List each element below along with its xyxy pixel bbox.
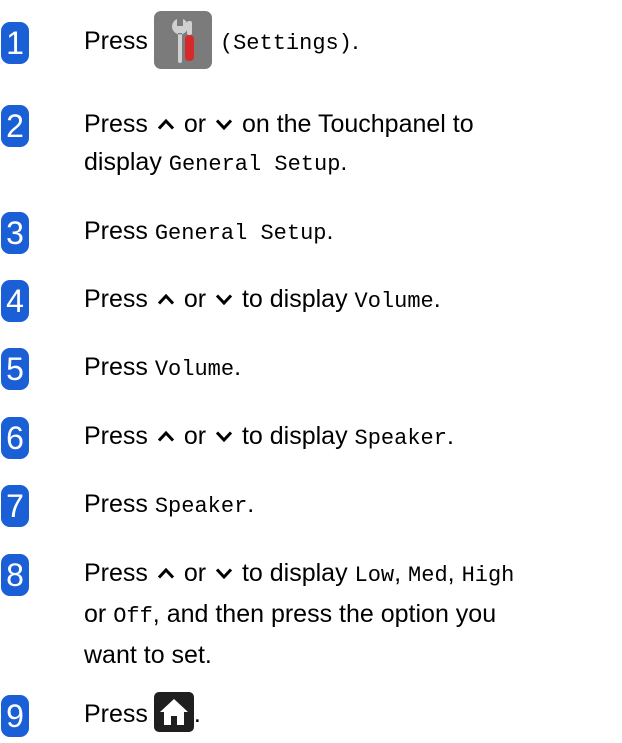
caret-down-icon [216,294,232,305]
caret-down-icon [216,119,232,130]
step-number-badge: 1 [1,22,29,64]
caret-up-icon [157,294,174,305]
settings-tools-icon [153,11,212,70]
caret-down-icon [216,568,232,579]
step-number-badge: 4 [1,280,29,322]
step-number-badge: 2 [1,105,29,147]
home-icon [153,692,194,733]
step-7-text: Press Speaker. [84,490,255,519]
caret-down-icon [216,431,232,442]
step-number-badge: 6 [1,417,29,459]
step-number-badge: 3 [1,212,29,254]
step-2-line-2: display General Setup. [84,148,348,177]
step-1-text: Press (Settings). [84,8,604,77]
step-number-badge: 8 [1,554,29,596]
caret-up-icon [157,431,174,442]
step-8-text: Press or to display Low, Med, High or Of… [84,554,604,674]
settings-button[interactable] [153,11,212,70]
step-6-text: Press or to display Speaker. [84,422,454,451]
step-number-badge: 5 [1,348,29,390]
step-9-text: Press. [84,692,604,735]
home-button[interactable] [153,692,194,733]
step-2-text: Press or on the Touchpanel to display Ge… [84,105,604,184]
caret-up-icon [157,119,174,130]
step-8-line-3: want to set. [84,641,212,669]
step-3-text: Press General Setup. [84,217,334,246]
step-number-badge: 9 [1,695,29,737]
step-5-text: Press Volume. [84,353,242,382]
step-8-line-2: or Off, and then press the option you [84,600,497,629]
step-4-text: Press or to display Volume. [84,285,441,314]
caret-up-icon [157,568,174,579]
step-8-line-1: Press or to display Low, Med, High [84,559,515,588]
step-number-badge: 7 [1,485,29,527]
step-2-line-1: Press or on the Touchpanel to [84,110,474,138]
